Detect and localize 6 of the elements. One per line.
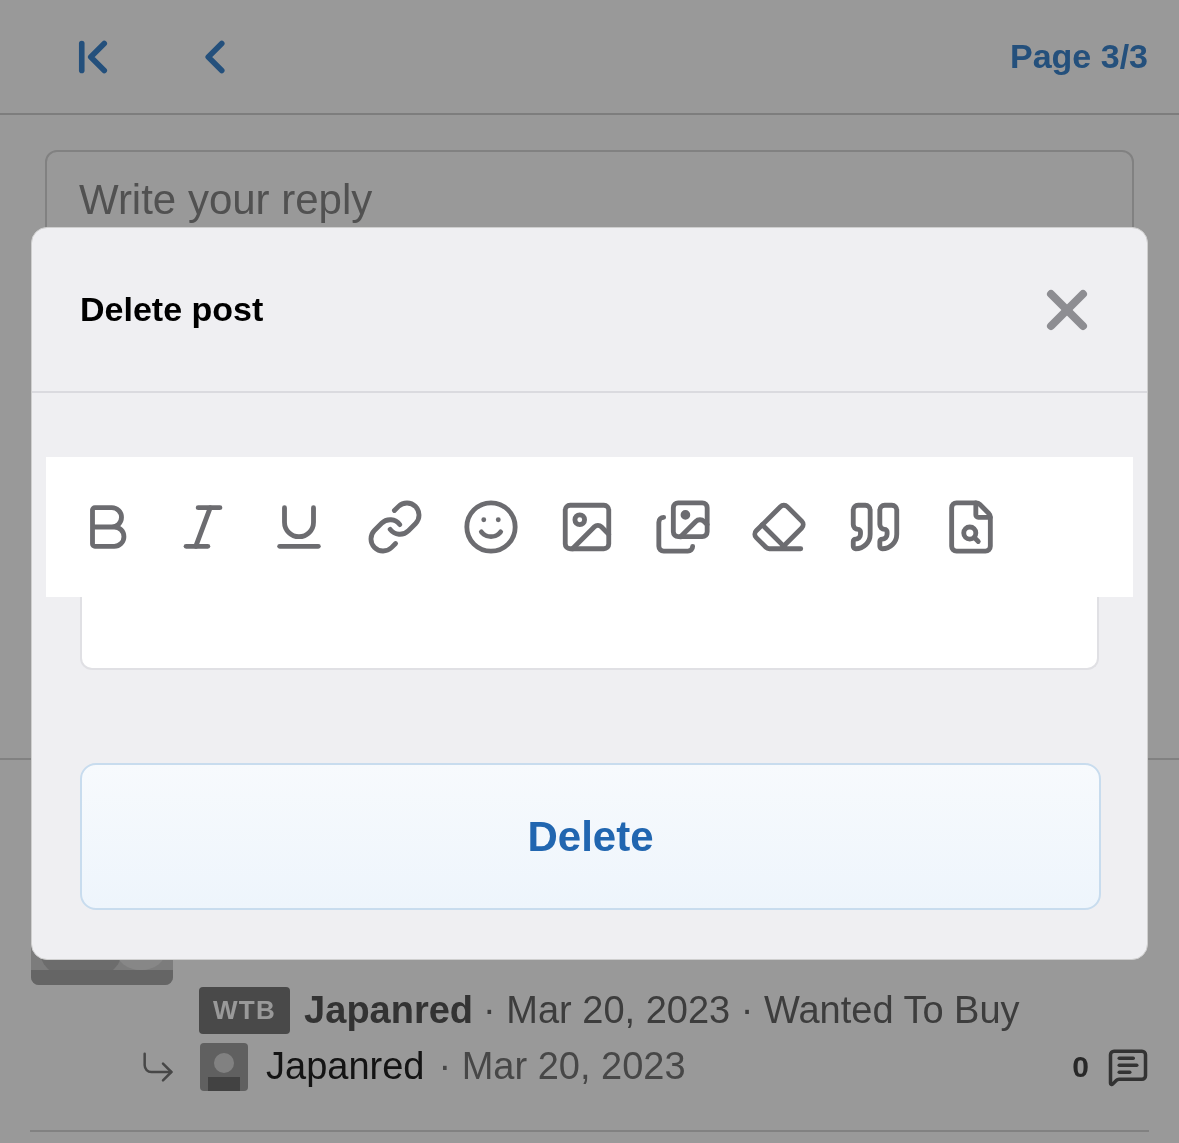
- tag-label: WTB: [199, 987, 291, 1034]
- reply-count: 0: [1072, 1049, 1089, 1085]
- page-label: Page 3/3: [1010, 36, 1148, 77]
- thread-meta: · Mar 20, 2023 · Wanted To Buy: [483, 988, 1020, 1033]
- reply-date: · Mar 20, 2023: [438, 1044, 686, 1089]
- dialog-title: Delete post: [80, 289, 264, 330]
